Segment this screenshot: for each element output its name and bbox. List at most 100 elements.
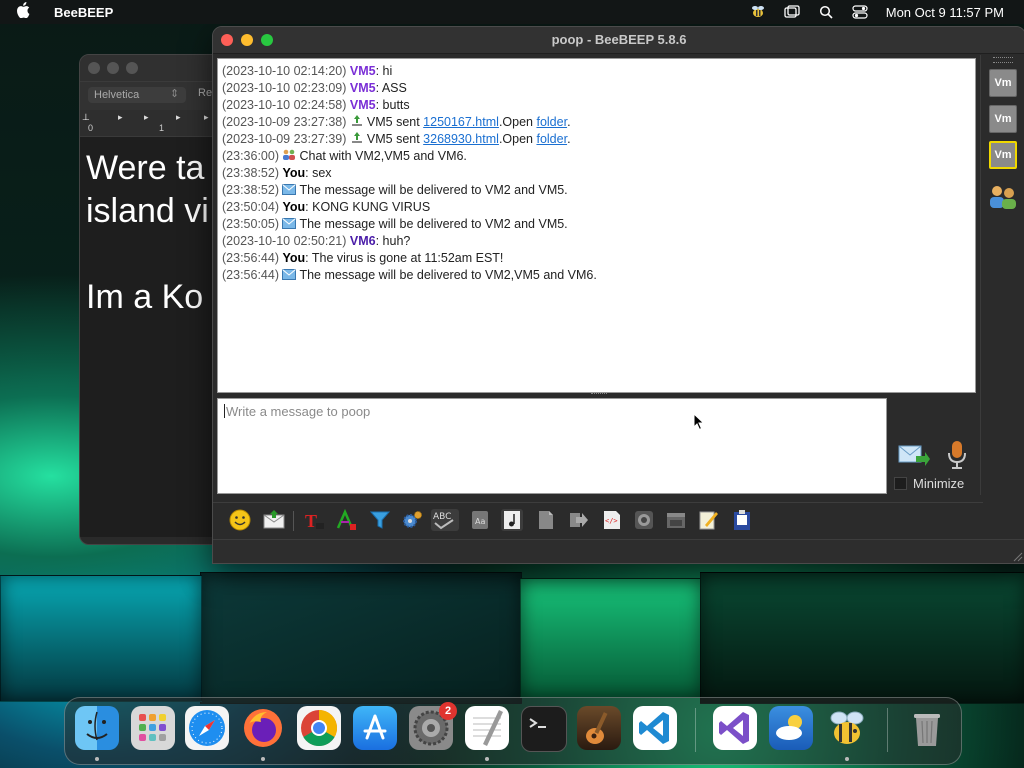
screenshot-icon[interactable] bbox=[633, 509, 655, 531]
window-titlebar[interactable]: poop - BeeBEEP 5.8.6 bbox=[213, 27, 1024, 54]
tab-stop-icon: ▸ bbox=[204, 112, 209, 122]
message-time: (23:38:52) bbox=[222, 166, 279, 180]
document-icon[interactable] bbox=[535, 509, 557, 531]
minimize-button[interactable] bbox=[241, 34, 253, 46]
resize-grip-icon[interactable] bbox=[1011, 550, 1023, 562]
file-link[interactable]: 1250167.html bbox=[423, 115, 499, 129]
user-button-vm[interactable]: Vm bbox=[989, 69, 1017, 97]
beebeep-status-icon[interactable] bbox=[750, 5, 766, 19]
message-text: : sex bbox=[305, 166, 332, 180]
zoom-button[interactable] bbox=[261, 34, 273, 46]
running-indicator bbox=[261, 757, 265, 761]
control-center-icon[interactable] bbox=[852, 5, 868, 19]
app-menu-name[interactable]: BeeBEEP bbox=[54, 5, 113, 20]
vscode-icon[interactable] bbox=[633, 706, 677, 750]
system-settings-icon[interactable]: 2 bbox=[409, 702, 457, 750]
visual-studio-icon[interactable] bbox=[713, 706, 757, 750]
spotlight-search-icon[interactable] bbox=[818, 5, 834, 19]
firefox-icon[interactable] bbox=[241, 706, 285, 750]
wallpaper-tile bbox=[520, 578, 702, 698]
message-text: Chat with VM2,VM5 and VM6. bbox=[299, 149, 467, 163]
panel-grip[interactable] bbox=[993, 57, 1013, 63]
save-chat-icon[interactable] bbox=[665, 509, 687, 531]
group-users-icon[interactable] bbox=[988, 183, 1018, 216]
send-file-icon[interactable] bbox=[263, 509, 285, 531]
tab-stop-icon: ⊥ bbox=[82, 112, 90, 122]
chat-message: (2023-10-10 02:24:58) VM5: butts bbox=[222, 97, 975, 114]
envelope-icon bbox=[282, 217, 297, 229]
beebeep-chat-window[interactable]: poop - BeeBEEP 5.8.6 (2023-10-10 02:14:2… bbox=[212, 26, 1024, 564]
file-link[interactable]: 3268930.html bbox=[423, 132, 499, 146]
chat-message: (23:38:52) The message will be delivered… bbox=[222, 182, 975, 199]
zoom-button[interactable] bbox=[126, 62, 138, 74]
textedit-titlebar[interactable] bbox=[80, 55, 220, 81]
open-folder-link[interactable]: folder bbox=[536, 115, 567, 129]
clipboard-icon[interactable] bbox=[731, 509, 753, 531]
settings-gears-icon[interactable] bbox=[401, 509, 423, 531]
chat-message: (2023-10-10 02:14:20) VM5: hi bbox=[222, 63, 975, 80]
ruler[interactable]: ⊥ ▸ ▸ ▸ ▸ 0 1 bbox=[80, 110, 220, 137]
message-time: (2023-10-09 23:27:38) bbox=[222, 115, 347, 129]
chat-message: (23:56:44) The message will be delivered… bbox=[222, 267, 975, 284]
chat-message: (2023-10-10 02:23:09) VM5: ASS bbox=[222, 80, 975, 97]
tab-stop-icon: ▸ bbox=[144, 112, 149, 122]
emoticon-icon[interactable] bbox=[229, 509, 251, 531]
user-button-vm-selected[interactable]: Vm bbox=[989, 141, 1017, 169]
mouse-pointer-icon bbox=[693, 413, 705, 431]
filter-icon[interactable] bbox=[369, 509, 391, 531]
message-time: (23:56:44) bbox=[222, 268, 279, 282]
toolbar-separator bbox=[293, 511, 294, 531]
font-style-select[interactable]: Re bbox=[198, 87, 212, 99]
wallpaper-tile bbox=[700, 572, 1024, 704]
apple-menu-icon[interactable] bbox=[16, 2, 38, 22]
send-panel: Minimize bbox=[890, 398, 976, 494]
message-text: : The virus is gone at 11:52am EST! bbox=[305, 251, 504, 265]
finder-icon[interactable] bbox=[75, 706, 119, 750]
chat-history[interactable]: (2023-10-10 02:14:20) VM5: hi (2023-10-1… bbox=[217, 58, 976, 393]
html-code-icon[interactable]: </> bbox=[601, 509, 623, 531]
weather-icon[interactable] bbox=[769, 706, 813, 750]
microphone-icon[interactable] bbox=[946, 440, 968, 470]
dictionary-icon[interactable]: Aa bbox=[469, 509, 491, 531]
app-store-icon[interactable] bbox=[353, 706, 397, 750]
spellcheck-icon[interactable]: ABC bbox=[431, 509, 459, 531]
menu-bar-clock[interactable]: Mon Oct 9 11:57 PM bbox=[886, 5, 1004, 20]
text-color-icon[interactable] bbox=[335, 508, 357, 531]
message-text: .Open bbox=[498, 132, 537, 146]
dock: 2 bbox=[64, 697, 962, 765]
window-switch-icon[interactable] bbox=[784, 5, 800, 19]
message-sender: You bbox=[282, 251, 306, 265]
forward-document-icon[interactable] bbox=[567, 509, 589, 531]
music-note-icon[interactable] bbox=[501, 509, 523, 531]
message-time: (2023-10-10 02:24:58) bbox=[222, 98, 347, 112]
document-text-area[interactable]: Were ta island vi Im a Ko bbox=[80, 137, 220, 537]
running-indicator bbox=[845, 757, 849, 761]
open-folder-link[interactable]: folder bbox=[536, 132, 567, 146]
document-line: Were ta bbox=[86, 149, 205, 187]
user-button-vm[interactable]: Vm bbox=[989, 105, 1017, 133]
message-text: The message will be delivered to VM2,VM5… bbox=[299, 268, 597, 282]
safari-icon[interactable] bbox=[185, 706, 229, 750]
beebeep-icon[interactable] bbox=[825, 706, 869, 750]
terminal-icon[interactable] bbox=[521, 706, 567, 752]
message-input[interactable]: Write a message to poop bbox=[217, 398, 887, 494]
message-text: : butts bbox=[375, 98, 410, 112]
chrome-icon[interactable] bbox=[297, 706, 341, 750]
minimize-button[interactable] bbox=[107, 62, 119, 74]
trash-icon[interactable] bbox=[905, 706, 949, 750]
tab-stop-icon: ▸ bbox=[176, 112, 181, 122]
close-button[interactable] bbox=[221, 34, 233, 46]
document-line: island vi bbox=[86, 192, 209, 230]
notes-icon[interactable] bbox=[697, 509, 719, 531]
textedit-icon[interactable] bbox=[465, 706, 509, 750]
send-message-button[interactable] bbox=[898, 442, 930, 468]
close-button[interactable] bbox=[88, 62, 100, 74]
font-icon[interactable]: T bbox=[303, 509, 325, 531]
textedit-format-bar: Helvetica ⇕ Re bbox=[80, 81, 220, 110]
garageband-icon[interactable] bbox=[577, 706, 621, 750]
checkbox-box[interactable] bbox=[894, 477, 907, 490]
launchpad-icon[interactable] bbox=[131, 706, 175, 750]
textedit-window[interactable]: Helvetica ⇕ Re ⊥ ▸ ▸ ▸ ▸ 0 1 Were ta isl… bbox=[79, 54, 221, 545]
svg-text:</>: </> bbox=[605, 517, 618, 525]
minimize-checkbox[interactable]: Minimize bbox=[894, 476, 964, 491]
